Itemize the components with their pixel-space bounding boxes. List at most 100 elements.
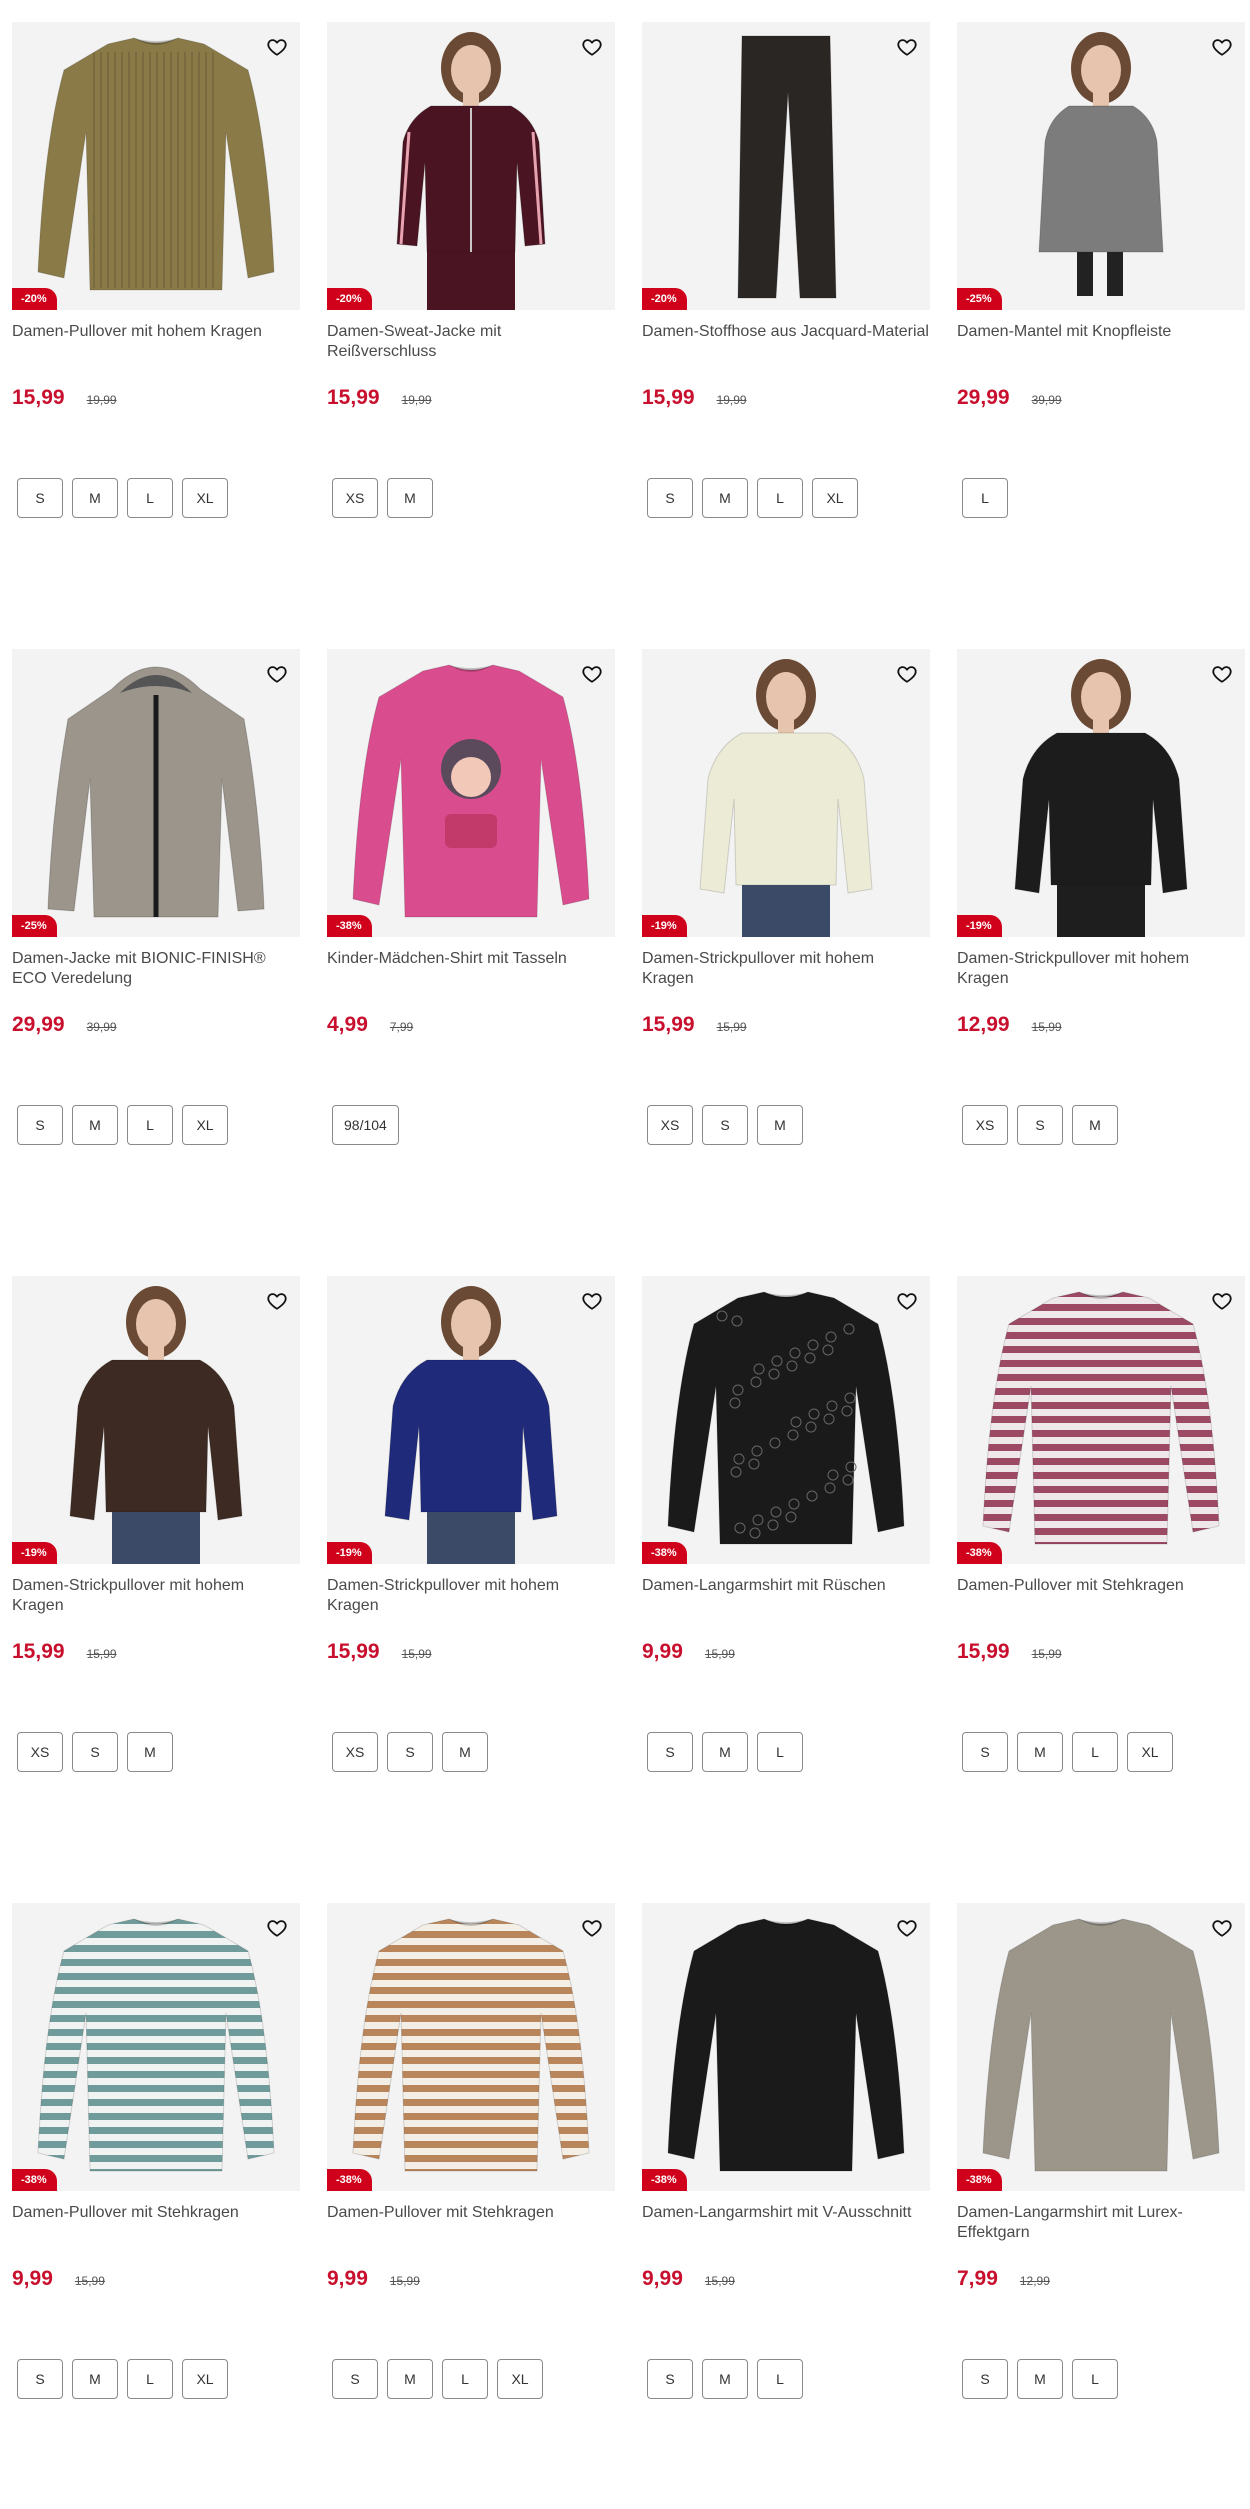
size-option[interactable]: S [332,2359,378,2399]
product-image[interactable]: -38% [327,649,615,937]
heart-icon[interactable] [894,1915,920,1941]
product-title[interactable]: Damen-Pullover mit Stehkragen [12,2203,300,2247]
size-option[interactable]: M [702,1732,748,1772]
product-card[interactable]: -19% Damen-Strickpullover mit hohem Krag… [12,1276,300,1903]
product-title[interactable]: Damen-Strickpullover mit hohem Kragen [642,949,930,993]
heart-icon[interactable] [264,1288,290,1314]
product-image[interactable]: -19% [642,649,930,937]
product-image[interactable]: -20% [12,22,300,310]
product-card[interactable]: -20% Damen-Pullover mit hohem Kragen 15,… [12,22,300,649]
product-title[interactable]: Damen-Pullover mit Stehkragen [327,2203,615,2247]
size-option[interactable]: M [72,1105,118,1145]
size-option[interactable]: S [647,2359,693,2399]
product-card[interactable]: -38% Damen-Langarmshirt mit Lurex-Effekt… [957,1903,1245,2509]
heart-icon[interactable] [894,661,920,687]
size-option[interactable]: S [647,478,693,518]
size-option[interactable]: S [17,478,63,518]
product-image[interactable]: -38% [327,1903,615,2191]
product-image[interactable]: -38% [642,1276,930,1564]
size-option[interactable]: S [72,1732,118,1772]
product-title[interactable]: Damen-Stoffhose aus Jacquard-Material [642,322,930,366]
size-option[interactable]: M [1017,2359,1063,2399]
product-card[interactable]: -19% Damen-Strickpullover mit hohem Krag… [327,1276,615,1903]
size-option[interactable]: S [702,1105,748,1145]
size-option[interactable]: M [702,478,748,518]
heart-icon[interactable] [579,1288,605,1314]
heart-icon[interactable] [264,34,290,60]
size-option[interactable]: XL [182,2359,228,2399]
product-title[interactable]: Damen-Langarmshirt mit Rüschen [642,1576,930,1620]
heart-icon[interactable] [264,661,290,687]
heart-icon[interactable] [579,661,605,687]
size-option[interactable]: M [387,2359,433,2399]
product-image[interactable]: -38% [957,1276,1245,1564]
product-card[interactable]: -38% Kinder-Mädchen-Shirt mit Tasseln 4,… [327,649,615,1276]
size-option[interactable]: L [757,1732,803,1772]
size-option[interactable]: XL [182,1105,228,1145]
product-title[interactable]: Kinder-Mädchen-Shirt mit Tasseln [327,949,615,993]
size-option[interactable]: L [127,478,173,518]
size-option[interactable]: M [1017,1732,1063,1772]
product-title[interactable]: Damen-Strickpullover mit hohem Kragen [957,949,1245,993]
size-option[interactable]: XS [332,1732,378,1772]
size-option[interactable]: S [962,2359,1008,2399]
size-option[interactable]: S [17,2359,63,2399]
product-title[interactable]: Damen-Strickpullover mit hohem Kragen [12,1576,300,1620]
product-card[interactable]: -38% Damen-Pullover mit Stehkragen 9,99 … [12,1903,300,2509]
heart-icon[interactable] [1209,1288,1235,1314]
product-image[interactable]: -25% [957,22,1245,310]
size-option[interactable]: XS [647,1105,693,1145]
product-card[interactable]: -20% Damen-Stoffhose aus Jacquard-Materi… [642,22,930,649]
size-option[interactable]: S [647,1732,693,1772]
product-image[interactable]: -20% [642,22,930,310]
size-option[interactable]: L [442,2359,488,2399]
size-option[interactable]: 98/104 [332,1105,399,1145]
size-option[interactable]: S [387,1732,433,1772]
product-image[interactable]: -19% [12,1276,300,1564]
product-image[interactable]: -19% [957,649,1245,937]
heart-icon[interactable] [1209,661,1235,687]
product-image[interactable]: -38% [957,1903,1245,2191]
size-option[interactable]: XL [497,2359,543,2399]
size-option[interactable]: XL [812,478,858,518]
product-image[interactable]: -38% [642,1903,930,2191]
product-card[interactable]: -25% Damen-Jacke mit BIONIC-FINISH® ECO … [12,649,300,1276]
product-title[interactable]: Damen-Strickpullover mit hohem Kragen [327,1576,615,1620]
size-option[interactable]: M [1072,1105,1118,1145]
size-option[interactable]: M [127,1732,173,1772]
product-image[interactable]: -38% [12,1903,300,2191]
size-option[interactable]: L [757,478,803,518]
heart-icon[interactable] [264,1915,290,1941]
size-option[interactable]: XS [962,1105,1008,1145]
size-option[interactable]: M [442,1732,488,1772]
size-option[interactable]: S [962,1732,1008,1772]
product-card[interactable]: -38% Damen-Pullover mit Stehkragen 9,99 … [327,1903,615,2509]
heart-icon[interactable] [1209,1915,1235,1941]
heart-icon[interactable] [579,34,605,60]
size-option[interactable]: XL [1127,1732,1173,1772]
size-option[interactable]: L [962,478,1008,518]
product-title[interactable]: Damen-Sweat-Jacke mit Reißverschluss [327,322,615,366]
size-option[interactable]: M [72,478,118,518]
size-option[interactable]: S [17,1105,63,1145]
product-image[interactable]: -19% [327,1276,615,1564]
size-option[interactable]: M [757,1105,803,1145]
size-option[interactable]: M [72,2359,118,2399]
product-card[interactable]: -38% Damen-Pullover mit Stehkragen 15,99… [957,1276,1245,1903]
product-card[interactable]: -38% Damen-Langarmshirt mit Rüschen 9,99… [642,1276,930,1903]
size-option[interactable]: L [1072,1732,1118,1772]
size-option[interactable]: L [1072,2359,1118,2399]
product-card[interactable]: -20% Damen-Sweat-Jacke mit Reißverschlus… [327,22,615,649]
size-option[interactable]: XL [182,478,228,518]
product-title[interactable]: Damen-Jacke mit BIONIC-FINISH® ECO Vered… [12,949,300,993]
heart-icon[interactable] [894,1288,920,1314]
size-option[interactable]: M [387,478,433,518]
size-option[interactable]: S [1017,1105,1063,1145]
size-option[interactable]: M [702,2359,748,2399]
product-title[interactable]: Damen-Pullover mit Stehkragen [957,1576,1245,1620]
heart-icon[interactable] [894,34,920,60]
product-card[interactable]: -19% Damen-Strickpullover mit hohem Krag… [642,649,930,1276]
product-card[interactable]: -38% Damen-Langarmshirt mit V-Ausschnitt… [642,1903,930,2509]
heart-icon[interactable] [579,1915,605,1941]
size-option[interactable]: L [127,1105,173,1145]
